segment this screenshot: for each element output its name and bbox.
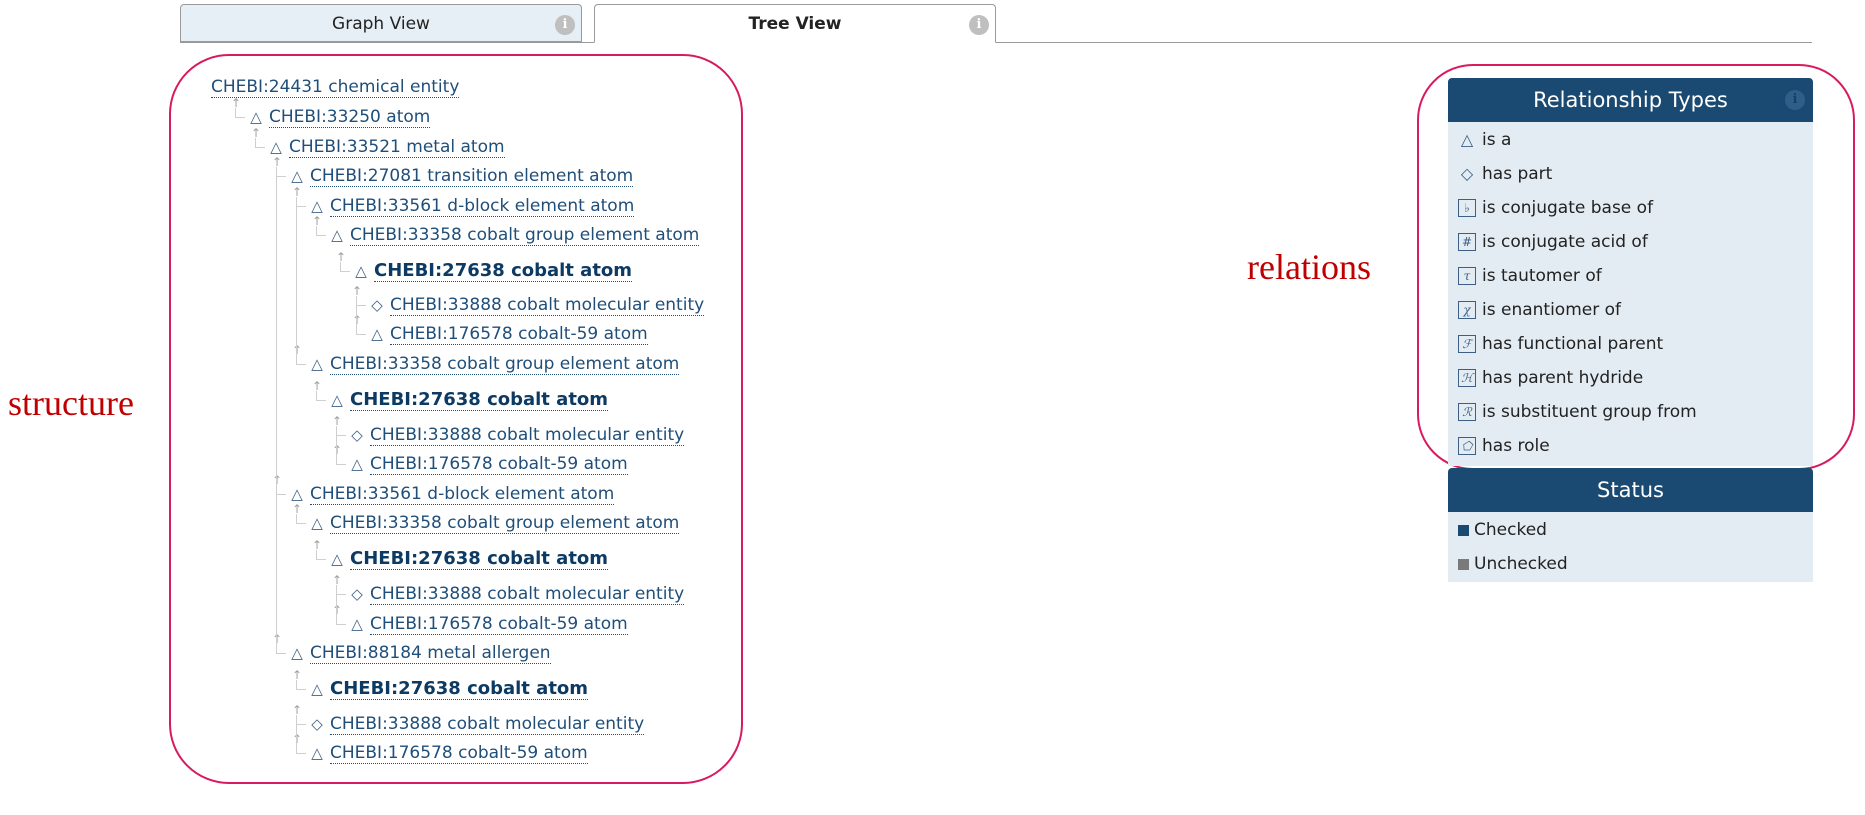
script-f-icon: ℱ [1458, 335, 1476, 353]
status-swatch-icon [1458, 558, 1469, 570]
flat-icon: ♭ [1458, 199, 1476, 217]
info-icon[interactable]: i [1785, 90, 1805, 110]
status-title: Status [1597, 478, 1664, 502]
relationship-type-label: is tautomer of [1482, 266, 1602, 286]
relationship-type-label: has parent hydride [1482, 368, 1644, 388]
info-icon[interactable]: i [969, 15, 989, 35]
script-r-icon: ℛ [1458, 403, 1476, 421]
status-label: Unchecked [1474, 554, 1568, 574]
relationship-type-item: χ is enantiomer of [1458, 298, 1621, 322]
status-header: Status [1448, 468, 1813, 512]
tab-tree-view[interactable]: Tree View i [594, 4, 996, 43]
relationship-type-label: has functional parent [1482, 334, 1664, 354]
status-swatch-icon [1458, 524, 1469, 536]
relationship-type-item: △ is a [1458, 128, 1512, 152]
relationship-type-item: ℋhas parent hydride [1458, 366, 1643, 390]
status-item: Unchecked [1458, 552, 1568, 576]
script-h-icon: ℋ [1458, 369, 1476, 387]
relations-annotation: relations [1247, 247, 1371, 287]
relationship-types-title: Relationship Types [1533, 88, 1728, 112]
tab-tree-view-label: Tree View [748, 14, 842, 34]
chi-icon: χ [1458, 301, 1476, 319]
structure-highlight-ring [169, 54, 743, 784]
relationship-type-label: is conjugate base of [1482, 198, 1654, 218]
relationship-type-item: τ is tautomer of [1458, 264, 1602, 288]
relationship-type-item: # is conjugate acid of [1458, 230, 1648, 254]
relationship-type-label: is conjugate acid of [1482, 232, 1648, 252]
relationship-type-item: ℛis substituent group from [1458, 400, 1697, 424]
relationship-type-item: ♭ is conjugate base of [1458, 196, 1653, 220]
tau-icon: τ [1458, 267, 1476, 285]
relationship-type-label: is a [1482, 130, 1512, 150]
status-label: Checked [1474, 520, 1547, 540]
diamond-icon: ◇ [1460, 164, 1474, 183]
relationship-types-list: △ is a ◇ has part ♭ is conjugate base of # is c… [1448, 122, 1813, 466]
relationship-type-item: ⬠ has role [1458, 434, 1550, 458]
relationship-types-header: Relationship Types i [1448, 78, 1813, 122]
relationship-type-item: ◇ has part [1458, 162, 1552, 186]
relationship-type-label: has role [1482, 436, 1550, 456]
relationship-type-label: is enantiomer of [1482, 300, 1621, 320]
relationship-type-label: has part [1482, 164, 1553, 184]
triangle-icon: △ [1460, 130, 1474, 149]
role-icon: ⬠ [1458, 437, 1476, 455]
relationship-type-label: is substituent group from [1482, 402, 1697, 422]
structure-annotation: structure [8, 383, 134, 423]
status-item: Checked [1458, 518, 1547, 542]
sharp-icon: # [1458, 233, 1476, 251]
status-list: Checked Unchecked [1448, 512, 1813, 582]
relationship-type-item: ℱhas functional parent [1458, 332, 1663, 356]
